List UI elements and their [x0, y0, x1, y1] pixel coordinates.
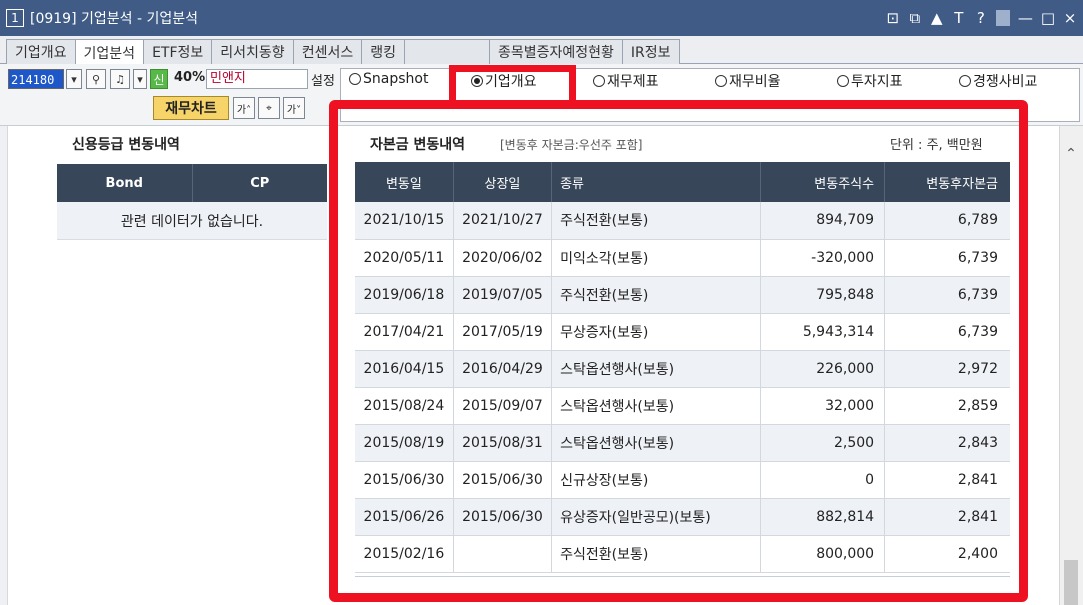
highlight-box-table: [329, 100, 1028, 602]
scroll-up-icon[interactable]: ⌃: [1063, 146, 1079, 162]
layout-icon[interactable]: ⊡: [886, 9, 900, 27]
tab-bar: 기업개요 기업분석 ETF정보 리서치동향 컨센서스 랭킹 종목별증자예정현황 …: [0, 36, 1083, 65]
speaker-dropdown-icon[interactable]: ▾: [133, 69, 147, 89]
company-name-field[interactable]: 민앤지: [206, 69, 308, 89]
pin-icon[interactable]: ▲: [930, 9, 944, 27]
window-controls: ⊡ ⧉ ▲ T ? — □ ×: [886, 0, 1077, 36]
controls-divider: [995, 10, 1010, 26]
radio-dot: [837, 75, 849, 87]
help-icon[interactable]: ?: [974, 9, 988, 27]
radio-dot: [715, 75, 727, 87]
new-listing-badge: 신: [150, 69, 168, 89]
search-icon[interactable]: ⚲: [86, 69, 106, 89]
minimize-icon[interactable]: —: [1018, 9, 1033, 27]
radio-financial-ratios[interactable]: 재무비율: [715, 71, 781, 91]
tab-consensus[interactable]: 컨센서스: [292, 39, 363, 64]
maximize-icon[interactable]: □: [1041, 9, 1055, 27]
radio-dot: [349, 73, 361, 85]
credit-rating-title: 신용등급 변동내역: [72, 137, 180, 153]
font-size-icon[interactable]: T: [952, 9, 966, 27]
financial-chart-button[interactable]: 재무차트: [153, 96, 229, 120]
radio-snapshot[interactable]: Snapshot: [349, 71, 428, 87]
radio-peer-comparison[interactable]: 경쟁사비교: [959, 71, 1037, 91]
expand-icon[interactable]: ⌖: [258, 97, 280, 119]
margin-rate: 40%: [174, 70, 206, 85]
tab-research-trends[interactable]: 리서치동향: [211, 39, 294, 64]
credit-empty-message: 관련 데이터가 없습니다.: [57, 202, 327, 240]
copy-window-icon[interactable]: ⧉: [908, 9, 922, 27]
title-bar: 1 [0919] 기업분석 - 기업분석 ⊡ ⧉ ▲ T ? — □ ×: [0, 0, 1083, 36]
close-icon[interactable]: ×: [1063, 9, 1077, 27]
scroll-thumb[interactable]: [1064, 560, 1078, 605]
window-title: [0919] 기업분석 - 기업분석: [30, 11, 198, 27]
cp-column-header: CP: [250, 175, 270, 191]
tab-ranking[interactable]: 랭킹: [361, 39, 405, 64]
tab-hidden[interactable]: [403, 39, 490, 64]
credit-table-header: Bond CP: [57, 164, 327, 202]
tab-capital-increase-schedule[interactable]: 종목별증자예정현황: [488, 39, 623, 64]
stock-code-input[interactable]: 214180: [8, 69, 64, 89]
window-number-badge: 1: [6, 9, 24, 27]
vertical-scrollbar[interactable]: [1059, 126, 1083, 605]
tab-ir-info[interactable]: IR정보: [621, 39, 680, 64]
tab-etf-info[interactable]: ETF정보: [143, 39, 213, 64]
tab-company-overview[interactable]: 기업개요: [6, 39, 76, 64]
bond-column-header: Bond: [57, 164, 193, 202]
speaker-icon[interactable]: ♫: [110, 69, 130, 89]
font-decrease-icon[interactable]: 가˅: [283, 97, 305, 119]
settings-button[interactable]: 설정: [311, 70, 335, 89]
code-dropdown-icon[interactable]: ▾: [66, 69, 82, 89]
font-increase-icon[interactable]: 가˄: [233, 97, 255, 119]
left-edge-strip: [0, 126, 8, 605]
tab-company-analysis[interactable]: 기업분석: [74, 39, 145, 65]
radio-investment-indicators[interactable]: 투자지표: [837, 71, 903, 91]
radio-dot: [959, 75, 971, 87]
radio-financial-statements[interactable]: 재무제표: [593, 71, 659, 91]
radio-dot: [593, 75, 605, 87]
